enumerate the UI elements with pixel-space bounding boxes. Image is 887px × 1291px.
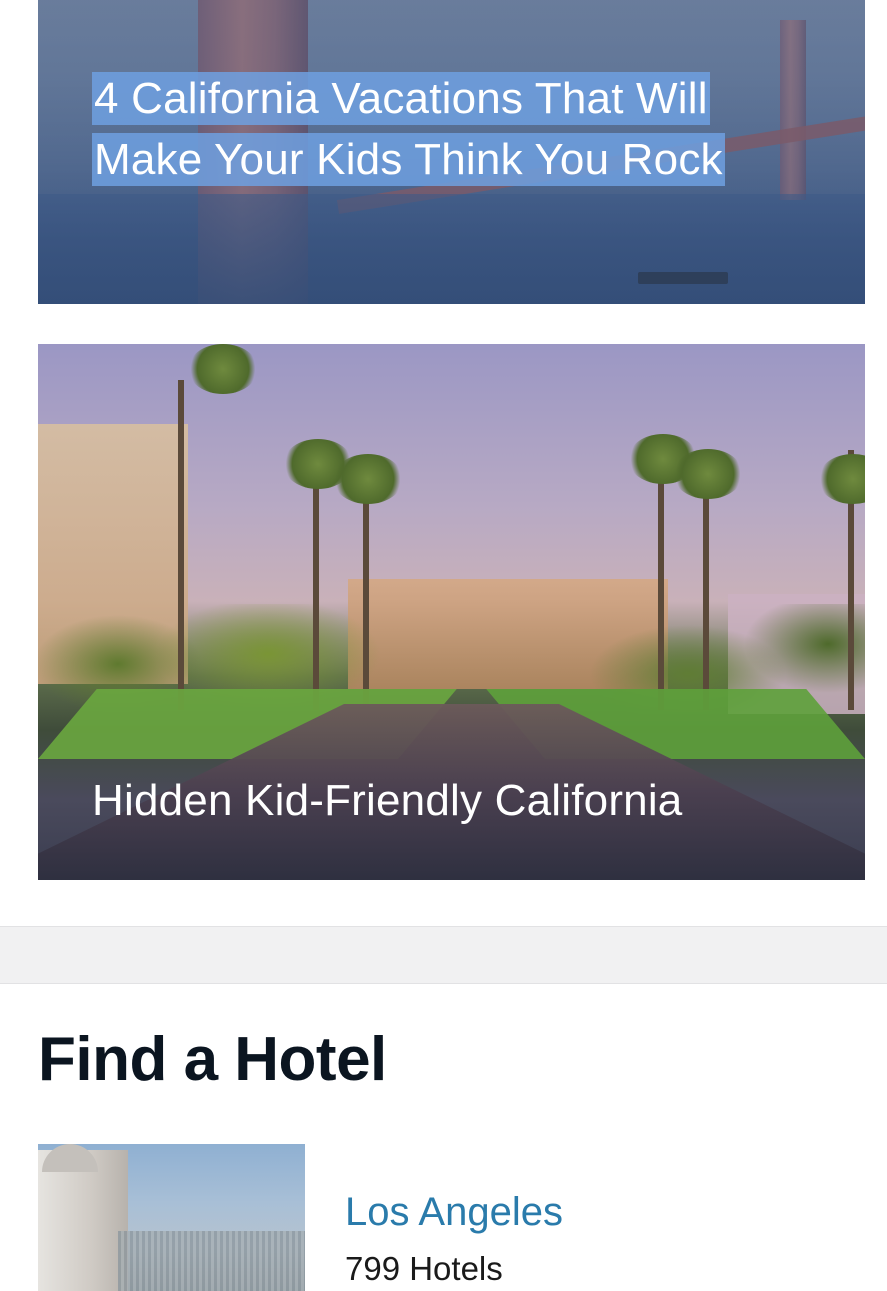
hotel-count: 799 Hotels [345, 1250, 503, 1287]
article-card-california-vacations[interactable]: 4 California Vacations That Will Make Yo… [38, 0, 865, 304]
article-card-hidden-kid-friendly[interactable]: Hidden Kid-Friendly California [38, 344, 865, 880]
hotel-city-link[interactable]: Los Angeles [345, 1190, 563, 1235]
article-title-text: 4 California Vacations That Will Make Yo… [92, 72, 725, 186]
palm-frond [333, 454, 403, 504]
palm-trunk [363, 470, 369, 710]
palm-trunk [658, 470, 664, 710]
boat [638, 272, 728, 284]
article-title[interactable]: 4 California Vacations That Will Make Yo… [92, 68, 792, 190]
find-hotel-heading: Find a Hotel [38, 1025, 387, 1094]
page: 4 California Vacations That Will Make Yo… [0, 0, 887, 1291]
observatory-dome [42, 1144, 98, 1172]
bay-water [38, 194, 865, 304]
article-title[interactable]: Hidden Kid-Friendly California [92, 770, 682, 831]
los-angeles-thumbnail[interactable] [38, 1144, 305, 1291]
palm-trunk [703, 480, 709, 710]
palm-frond [188, 344, 258, 394]
palm-trunk [313, 460, 319, 710]
palm-frond [673, 449, 743, 499]
section-divider [0, 926, 887, 984]
palm-trunk [178, 380, 184, 710]
hotel-list-item[interactable]: Los Angeles 799 Hotels [38, 1144, 858, 1291]
city-skyline [118, 1231, 305, 1291]
